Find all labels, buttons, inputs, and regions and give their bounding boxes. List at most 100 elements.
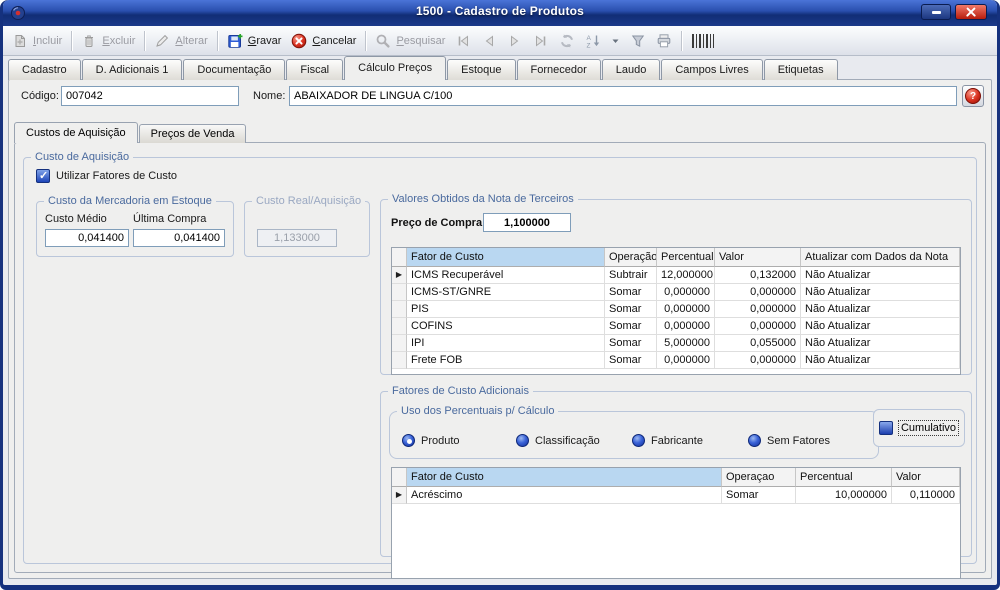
tab-documentacao[interactable]: Documentação: [183, 59, 285, 80]
cell: 0,000000: [715, 284, 801, 301]
column-header-valor[interactable]: Valor: [892, 468, 960, 487]
toolbar-button-nav-last[interactable]: [528, 29, 554, 53]
toolbar-button-barcode[interactable]: [686, 29, 724, 53]
column-header-valor[interactable]: Valor: [715, 248, 801, 267]
table-row[interactable]: IPISomar5,0000000,055000Não Atualizar: [392, 335, 960, 352]
tab-fornecedor[interactable]: Fornecedor: [517, 59, 601, 80]
minimize-button[interactable]: [921, 4, 951, 20]
ultima-compra-input[interactable]: [133, 229, 225, 247]
cell: Somar: [605, 318, 657, 335]
group-valores-nota-label: Valores Obtidos da Nota de Terceiros: [388, 193, 578, 205]
cell: ICMS Recuperável: [407, 267, 605, 284]
minimize-icon: [932, 11, 941, 14]
cumulativo-panel: Cumulativo: [873, 409, 965, 447]
cell: 0,132000: [715, 267, 801, 284]
cell: 10,000000: [796, 487, 892, 504]
cell: 0,000000: [657, 284, 715, 301]
toolbar-button-excluir[interactable]: Excluir: [76, 29, 140, 53]
column-header-percentual[interactable]: Percentual: [657, 248, 715, 267]
table-row[interactable]: PISSomar0,0000000,000000Não Atualizar: [392, 301, 960, 318]
radio-classificacao[interactable]: Classificação: [516, 434, 600, 447]
radio-icon: [748, 434, 761, 447]
checkbox-utilizar-fatores[interactable]: Utilizar Fatores de Custo: [36, 169, 177, 183]
cell: 0,000000: [657, 318, 715, 335]
table-row[interactable]: COFINSSomar0,0000000,000000Não Atualizar: [392, 318, 960, 335]
cell: Não Atualizar: [801, 335, 960, 352]
toolbar-button-print[interactable]: [651, 29, 677, 53]
cell: 12,000000: [657, 267, 715, 284]
tab-d-adicionais-1[interactable]: D. Adicionais 1: [82, 59, 183, 80]
group-uso-percentuais: Uso dos Percentuais p/ Cálculo Produto Cl…: [389, 405, 879, 459]
toolbar-button-nav-first[interactable]: [450, 29, 476, 53]
subtab-bar: Custos de AquisiçãoPreços de Venda: [14, 122, 247, 143]
column-header-fator-de-custo[interactable]: Fator de Custo: [407, 248, 605, 267]
cell: Não Atualizar: [801, 284, 960, 301]
row-selector: ▶: [392, 267, 407, 284]
ultima-compra-label: Última Compra: [133, 213, 206, 225]
gutter-header: [392, 248, 407, 267]
toolbar-button-alterar[interactable]: Alterar: [149, 29, 212, 53]
column-header-percentual[interactable]: Percentual: [796, 468, 892, 487]
nav-prev-icon: [481, 33, 497, 49]
tab-estoque[interactable]: Estoque: [447, 59, 515, 80]
row-selector: [392, 301, 407, 318]
toolbar-button-filter[interactable]: [625, 29, 651, 53]
preco-compra-label: Preço de Compra: [391, 217, 482, 229]
group-custo-real-aquisicao: Custo Real/Aquisição: [244, 195, 370, 257]
radio-icon: [516, 434, 529, 447]
cell: Frete FOB: [407, 352, 605, 369]
table-row[interactable]: Frete FOBSomar0,0000000,000000Não Atuali…: [392, 352, 960, 369]
close-button[interactable]: [955, 4, 987, 20]
help-button[interactable]: ?: [962, 85, 984, 107]
radio-label: Fabricante: [651, 435, 703, 447]
tab-etiquetas[interactable]: Etiquetas: [764, 59, 838, 80]
column-header-operacao[interactable]: Operaçao: [722, 468, 796, 487]
toolbar-button-gravar[interactable]: Gravar: [222, 29, 287, 53]
toolbar-button-incluir[interactable]: Incluir: [7, 29, 67, 53]
group-uso-percentuais-label: Uso dos Percentuais p/ Cálculo: [397, 405, 558, 417]
tab-laudo[interactable]: Laudo: [602, 59, 661, 80]
toolbar-button-nav-prev[interactable]: [476, 29, 502, 53]
toolbar-button-nav-next[interactable]: [502, 29, 528, 53]
cell: Somar: [722, 487, 796, 504]
codigo-input[interactable]: [61, 86, 239, 106]
radio-produto[interactable]: Produto: [402, 434, 460, 447]
custo-medio-input[interactable]: [45, 229, 129, 247]
table-row[interactable]: ICMS-ST/GNRESomar0,0000000,000000Não Atu…: [392, 284, 960, 301]
cell: IPI: [407, 335, 605, 352]
tab-calculo-precos[interactable]: Cálculo Preços: [344, 56, 446, 80]
toolbar-button-label: Incluir: [33, 35, 62, 47]
subtab-custos-de-aquisicao[interactable]: Custos de Aquisição: [14, 122, 138, 143]
group-custo-de-aquisicao: Custo de Aquisição Utilizar Fatores de C…: [23, 151, 977, 564]
row-selector: ▶: [392, 487, 407, 504]
toolbar-button-pesquisar[interactable]: Pesquisar: [370, 29, 450, 53]
table-header-row: Fator de CustoOperaçaoPercentualValor: [392, 468, 960, 487]
checkbox-label: Utilizar Fatores de Custo: [56, 170, 177, 182]
tab-cadastro[interactable]: Cadastro: [8, 59, 81, 80]
nav-next-icon: [507, 33, 523, 49]
cell: Não Atualizar: [801, 267, 960, 284]
toolbar-button-caret-down[interactable]: [606, 29, 625, 53]
tab-fiscal[interactable]: Fiscal: [286, 59, 343, 80]
column-header-atualizar-com-dados-da-nota[interactable]: Atualizar com Dados da Nota: [801, 248, 960, 267]
row-selector: [392, 318, 407, 335]
tab-campos-livres[interactable]: Campos Livres: [661, 59, 762, 80]
column-header-fator-de-custo[interactable]: Fator de Custo: [407, 468, 722, 487]
toolbar-button-cancelar[interactable]: Cancelar: [286, 29, 361, 53]
subtab-precos-de-venda[interactable]: Preços de Venda: [139, 124, 247, 143]
radio-sem-fatores[interactable]: Sem Fatores: [748, 434, 830, 447]
radio-fabricante[interactable]: Fabricante: [632, 434, 703, 447]
group-valores-nota-terceiros: Valores Obtidos da Nota de Terceiros Pre…: [380, 193, 972, 375]
table-row[interactable]: ▶AcréscimoSomar10,0000000,110000: [392, 487, 960, 504]
nome-label: Nome:: [253, 90, 285, 102]
preco-compra-input[interactable]: [483, 213, 571, 232]
table-row[interactable]: ▶ICMS RecuperávelSubtrair12,0000000,1320…: [392, 267, 960, 284]
nome-input[interactable]: [289, 86, 957, 106]
cumulativo-checkbox[interactable]: [879, 421, 893, 435]
toolbar-button-sort-az[interactable]: AZ: [580, 29, 606, 53]
toolbar-button-refresh[interactable]: [554, 29, 580, 53]
cell: 0,000000: [715, 352, 801, 369]
row-selector: [392, 352, 407, 369]
column-header-operacao[interactable]: Operação: [605, 248, 657, 267]
group-custo-real-label: Custo Real/Aquisição: [252, 195, 365, 207]
